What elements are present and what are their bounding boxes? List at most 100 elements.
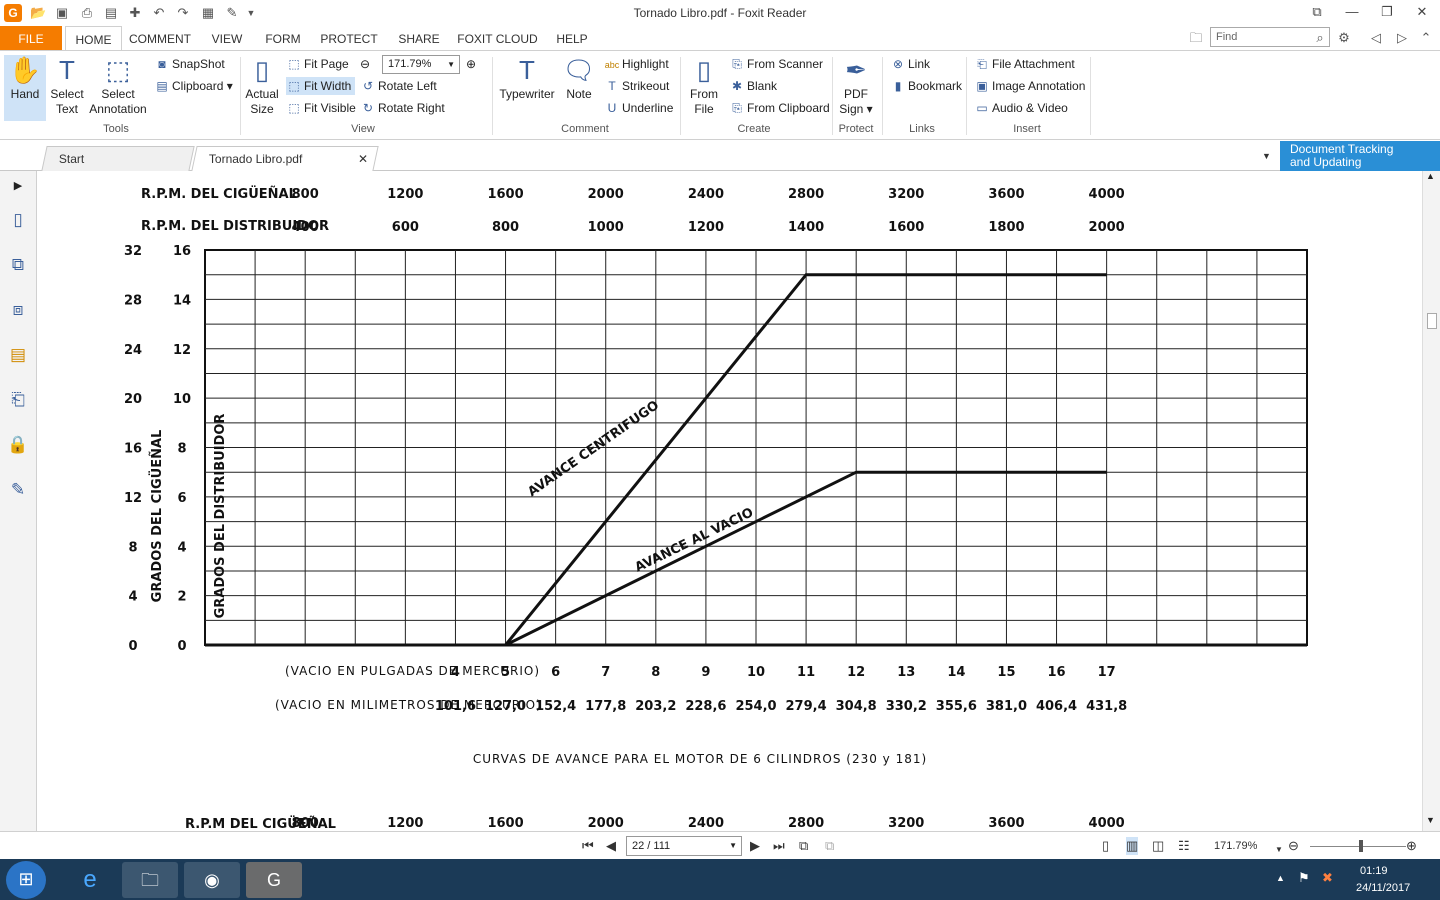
file-explorer-icon[interactable]: 🗀 — [122, 862, 178, 898]
single-page-icon[interactable]: ▯ — [1102, 837, 1109, 855]
audio-video-button[interactable]: ▭ Audio & Video — [974, 99, 1068, 117]
collapse-ribbon-icon[interactable]: ⌃ — [1418, 30, 1434, 46]
save-icon[interactable]: ▣ — [54, 5, 70, 21]
scroll-up-icon[interactable]: ▲ — [1426, 171, 1435, 181]
next-page-icon[interactable]: ▶ — [750, 837, 760, 855]
image-annotation-button[interactable]: ▣ Image Annotation — [974, 77, 1085, 95]
zoom-slider-thumb[interactable] — [1359, 840, 1363, 852]
hand-tool-button[interactable]: ✋ Hand — [4, 55, 46, 121]
tab-document[interactable]: Tornado Libro.pdf — [191, 146, 379, 171]
scroll-thumb[interactable] — [1427, 313, 1437, 329]
maximize-icon[interactable]: ❐ — [1372, 2, 1402, 22]
minimize-icon[interactable]: — — [1337, 2, 1367, 22]
zoom-level[interactable]: 171.79% — [1214, 837, 1257, 855]
file-attachment-button[interactable]: ⎗ File Attachment — [974, 55, 1075, 73]
close-tab-icon[interactable]: ✕ — [358, 152, 368, 166]
next-view-icon[interactable]: ⧉ — [825, 837, 834, 855]
first-page-icon[interactable]: ⏮ — [582, 837, 594, 855]
select-text-button[interactable]: T Select Text — [48, 55, 86, 117]
restore-ribbon-icon[interactable]: ⧉ — [1302, 2, 1332, 22]
zoom-out-icon[interactable]: ⊖ — [1288, 837, 1299, 855]
promo-banner[interactable]: Document Tracking and Updating — [1280, 141, 1440, 171]
clipboard-button[interactable]: ▤ Clipboard ▾ — [154, 77, 232, 95]
from-scanner-button[interactable]: ⎘ From Scanner — [729, 55, 823, 73]
vertical-scrollbar[interactable]: ▲ ▼ — [1422, 171, 1440, 831]
security-lock-icon[interactable]: 🔒 — [7, 434, 29, 456]
folder-search-icon[interactable]: 🗀 — [1188, 30, 1204, 46]
bookmarks-icon[interactable]: ▯ — [7, 209, 29, 231]
tab-list-chevron-icon[interactable]: ▼ — [1262, 151, 1271, 161]
zoom-in-icon[interactable]: ⊕ — [1406, 837, 1417, 855]
new-icon[interactable]: ✚ — [127, 5, 143, 21]
page-number-input[interactable]: 22 / 111 ▼ — [626, 836, 742, 856]
undo-icon[interactable]: ↶ — [151, 5, 167, 21]
print-icon[interactable]: ⎙ — [79, 5, 95, 21]
rotate-right-button[interactable]: ↻ Rotate Right — [360, 99, 445, 117]
actual-size-button[interactable]: ▯ Actual Size — [244, 55, 280, 117]
select-annotation-button[interactable]: ⬚ Select Annotation — [88, 55, 148, 117]
strikeout-button[interactable]: T Strikeout — [604, 77, 669, 95]
from-clipboard-button[interactable]: ⎘ From Clipboard — [729, 99, 830, 117]
blank-button[interactable]: ✱ Blank — [729, 77, 777, 95]
pages-icon[interactable]: ⧉ — [7, 254, 29, 276]
menu-help[interactable]: HELP — [552, 26, 592, 50]
dropdown-icon[interactable]: ▼ — [243, 5, 259, 21]
pen-icon[interactable]: ✎ — [224, 5, 240, 21]
snapshot-button[interactable]: ◙ SnapShot — [154, 55, 224, 73]
menu-comment[interactable]: COMMENT — [126, 26, 194, 50]
next-result-icon[interactable]: ▷ — [1394, 30, 1410, 46]
menu-form[interactable]: FORM — [261, 26, 305, 50]
scroll-down-icon[interactable]: ▼ — [1426, 815, 1435, 825]
menu-share[interactable]: SHARE — [393, 26, 445, 50]
search-icon[interactable]: ⌕ — [1312, 30, 1328, 46]
facing-page-icon[interactable]: ◫ — [1152, 837, 1164, 855]
network-icon[interactable]: ✖ — [1322, 870, 1333, 886]
show-hidden-icons-icon[interactable]: ▲ — [1276, 873, 1285, 883]
comments-icon[interactable]: ▤ — [7, 344, 29, 366]
prev-result-icon[interactable]: ◁ — [1368, 30, 1384, 46]
clock-date[interactable]: 24/11/2017 — [1356, 882, 1410, 894]
open-icon[interactable]: 📂 — [30, 5, 46, 21]
document-view[interactable]: R.P.M. DEL CIGÜEÑAL 800 1200 1600 2000 2400 28… — [37, 171, 1417, 831]
gear-icon[interactable]: ⚙ — [1336, 30, 1352, 46]
pdf-sign-button[interactable]: ✒ PDF Sign ▾ — [838, 55, 874, 117]
typewriter-button[interactable]: T Typewriter — [498, 55, 556, 102]
zoom-select[interactable]: 171.79% ▼ — [382, 55, 460, 74]
foxit-reader-icon[interactable]: G — [246, 862, 302, 898]
zoom-in-icon[interactable]: ⊕ — [466, 55, 476, 73]
menu-foxit-cloud[interactable]: FOXIT CLOUD — [455, 26, 540, 50]
menu-file[interactable]: FILE — [0, 26, 62, 50]
internet-explorer-icon[interactable]: e — [62, 862, 118, 898]
zoom-slider[interactable] — [1310, 846, 1406, 847]
menu-protect[interactable]: PROTECT — [316, 26, 382, 50]
fit-visible-button[interactable]: ⬚ Fit Visible — [286, 99, 355, 117]
menu-home[interactable]: HOME — [65, 26, 122, 51]
rotate-left-button[interactable]: ↺ Rotate Left — [360, 77, 437, 95]
clock-time[interactable]: 01:19 — [1360, 865, 1388, 877]
last-page-icon[interactable]: ⏭ — [773, 837, 785, 855]
link-button[interactable]: ⊗ Link — [890, 55, 930, 73]
continuous-page-icon[interactable]: ▥ — [1126, 837, 1139, 855]
signature-icon[interactable]: ✎ — [7, 479, 29, 501]
redo-icon[interactable]: ↷ — [175, 5, 191, 21]
chevron-down-icon[interactable]: ▼ — [1275, 841, 1283, 859]
fit-page-button[interactable]: ⬚ Fit Page — [286, 55, 348, 73]
menu-view[interactable]: VIEW — [205, 26, 249, 50]
layers-icon[interactable]: ⧈ — [7, 299, 29, 321]
from-file-button[interactable]: ▯ From File — [686, 55, 722, 117]
chrome-icon[interactable]: ◉ — [184, 862, 240, 898]
fit-width-button[interactable]: ⬚ Fit Width — [286, 77, 356, 95]
properties-icon[interactable]: ▤ — [103, 5, 119, 21]
continuous-facing-icon[interactable]: ☷ — [1178, 837, 1190, 855]
note-button[interactable]: 🗨 Note — [562, 55, 596, 102]
bookmark-button[interactable]: ▮ Bookmark — [890, 77, 962, 95]
action-center-flag-icon[interactable]: ⚑ — [1298, 870, 1310, 886]
previous-view-icon[interactable]: ⧉ — [799, 837, 808, 855]
attachments-icon[interactable]: ⎗ — [7, 389, 29, 411]
tab-start[interactable]: Start — [41, 146, 195, 171]
previous-page-icon[interactable]: ◀ — [606, 837, 616, 855]
expand-pane-icon[interactable]: ▶ — [7, 175, 29, 197]
clipboard-icon[interactable]: ▦ — [200, 5, 216, 21]
close-window-icon[interactable]: ✕ — [1407, 2, 1437, 22]
highlight-button[interactable]: abc Highlight — [604, 55, 669, 73]
